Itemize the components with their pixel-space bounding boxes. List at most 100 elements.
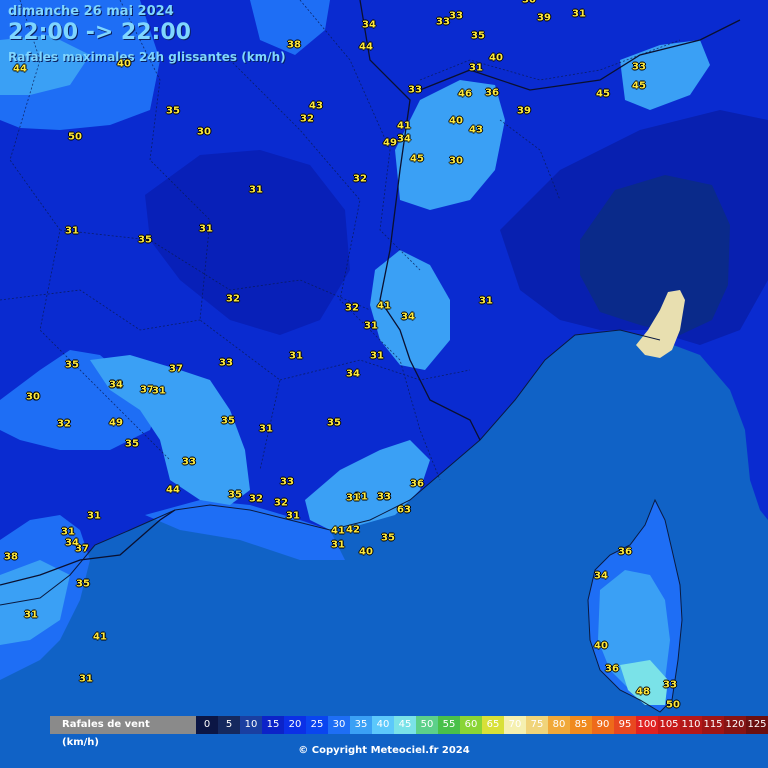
legend-cell: 70 [504, 716, 526, 734]
legend-cell: 115 [702, 716, 724, 734]
station-value: 38 [287, 39, 301, 51]
station-value: 41 [397, 120, 411, 132]
station-value: 32 [300, 113, 314, 125]
station-value: 39 [517, 105, 531, 117]
station-value: 31 [286, 510, 300, 522]
station-value: 31 [331, 539, 345, 551]
legend-cell: 110 [680, 716, 702, 734]
station-value: 31 [259, 423, 273, 435]
station-value: 31 [479, 295, 493, 307]
station-value: 38 [4, 551, 18, 563]
station-value: 32 [57, 418, 71, 430]
legend-cell: 80 [548, 716, 570, 734]
station-value: 30 [197, 126, 211, 138]
station-value: 31 [65, 225, 79, 237]
station-value: 31 [289, 350, 303, 362]
station-value: 50 [666, 699, 680, 711]
station-value: 35 [221, 415, 235, 427]
station-value: 40 [449, 115, 463, 127]
legend-cell: 0 [196, 716, 218, 734]
legend-cell: 25 [306, 716, 328, 734]
station-value: 40 [594, 640, 608, 652]
station-value: 31 [87, 510, 101, 522]
station-value: 35 [327, 417, 341, 429]
legend-title: Rafales de vent (km/h) [62, 719, 150, 748]
station-value: 36 [410, 478, 424, 490]
station-value: 48 [636, 686, 650, 698]
legend-scale: 0 5 10 15 20 25 30 35 40 45 50 55 60 65 70 75 80 85 90 95 10… [196, 716, 768, 734]
map-date: dimanche 26 mai 2024 [8, 4, 174, 19]
legend-cell: 125 [746, 716, 768, 734]
station-value: 35 [381, 532, 395, 544]
station-value: 33 [182, 456, 196, 468]
station-value: 32 [353, 173, 367, 185]
station-value: 31 [370, 350, 384, 362]
legend-cell: 85 [570, 716, 592, 734]
station-value: 63 [397, 504, 411, 516]
legend-cell: 45 [394, 716, 416, 734]
station-value: 35 [65, 359, 79, 371]
legend-cell: 105 [658, 716, 680, 734]
station-value: 41 [377, 300, 391, 312]
station-value: 35 [166, 105, 180, 117]
station-value: 30 [26, 391, 40, 403]
legend-cell: 100 [636, 716, 658, 734]
station-value: 30 [449, 155, 463, 167]
station-value: 33 [280, 476, 294, 488]
station-value: 40 [489, 52, 503, 64]
station-value: 33 [408, 84, 422, 96]
station-value: 49 [109, 417, 123, 429]
map-subtitle: Rafales maximales 24h glissantes (km/h) [8, 50, 286, 64]
station-value: 36 [485, 87, 499, 99]
station-value: 44 [13, 63, 27, 75]
station-value: 32 [249, 493, 263, 505]
station-value: 32 [226, 293, 240, 305]
station-value: 45 [632, 80, 646, 92]
legend-cell: 15 [262, 716, 284, 734]
station-value: 35 [138, 234, 152, 246]
station-value: 35 [125, 438, 139, 450]
station-value: 42 [346, 524, 360, 536]
station-value: 32 [274, 497, 288, 509]
station-value: 31 [152, 385, 166, 397]
station-value: 30 [522, 0, 536, 6]
legend-cell: 50 [416, 716, 438, 734]
station-value: 45 [596, 88, 610, 100]
legend-cell: 95 [614, 716, 636, 734]
station-value: 40 [117, 58, 131, 70]
station-value: 33 [632, 61, 646, 73]
station-value: 34 [397, 133, 411, 145]
legend-cell: 120 [724, 716, 746, 734]
station-value: 33 [449, 10, 463, 22]
station-value: 41 [93, 631, 107, 643]
station-value: 36 [605, 663, 619, 675]
station-value: 31 [61, 526, 75, 538]
station-value: 31 [79, 673, 93, 685]
station-value: 31 [364, 320, 378, 332]
station-value: 33 [436, 16, 450, 28]
station-value: 34 [401, 311, 415, 323]
station-value: 44 [359, 41, 373, 53]
station-value: 35 [228, 489, 242, 501]
map-time-range: 22:00 -> 22:00 [8, 20, 191, 45]
station-value: 40 [359, 546, 373, 558]
station-value: 34 [594, 570, 608, 582]
station-value: 46 [458, 88, 472, 100]
legend-cell: 10 [240, 716, 262, 734]
copyright-notice: © Copyright Meteociel.fr 2024 [298, 745, 470, 756]
station-value: 31 [249, 184, 263, 196]
station-value: 33 [663, 679, 677, 691]
legend-cell: 60 [460, 716, 482, 734]
station-value: 31 [346, 492, 360, 504]
station-value: 39 [537, 12, 551, 24]
legend-cell: 35 [350, 716, 372, 734]
legend-cell: 75 [526, 716, 548, 734]
station-value: 37 [169, 363, 183, 375]
station-value: 31 [24, 609, 38, 621]
station-value: 34 [362, 19, 376, 31]
station-value: 45 [410, 153, 424, 165]
legend-cell: 20 [284, 716, 306, 734]
station-value: 34 [65, 537, 79, 549]
station-value: 36 [618, 546, 632, 558]
station-value: 43 [469, 124, 483, 136]
